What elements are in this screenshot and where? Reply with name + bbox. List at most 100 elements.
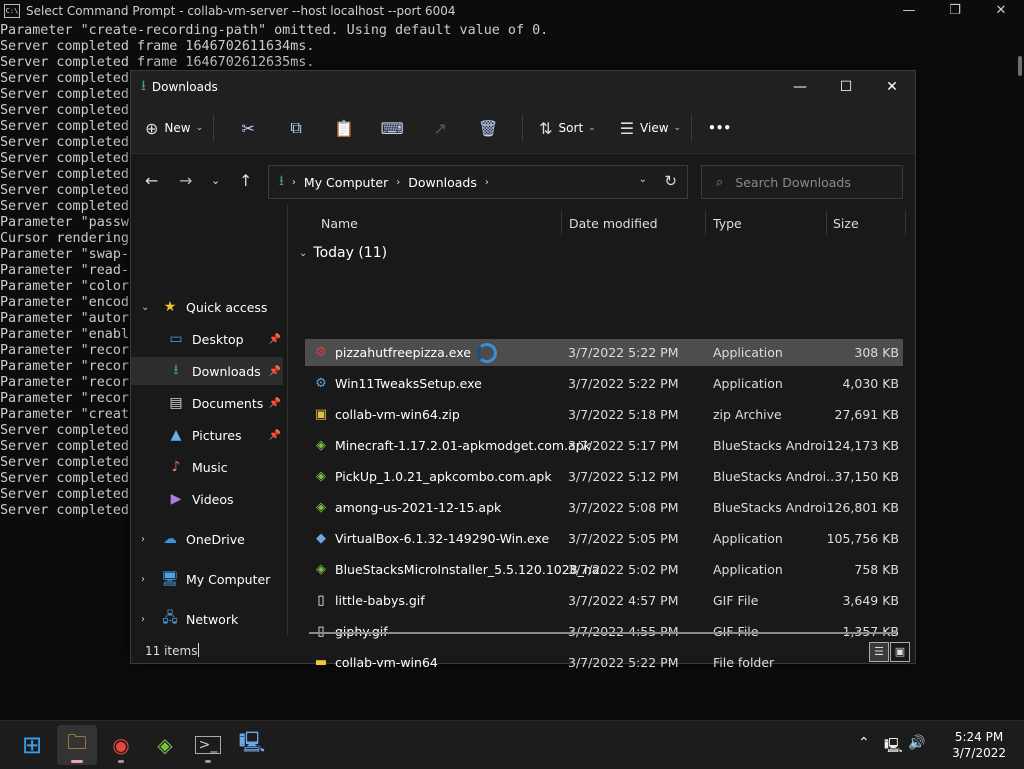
file-type: Application <box>713 376 783 391</box>
start-button[interactable]: ⊞ <box>12 725 52 765</box>
file-row[interactable]: ⚙ pizzahutfreepizza.exe 3/7/2022 5:22 PM Ap… <box>305 339 903 366</box>
file-name: Win11TweaksSetup.exe <box>335 376 482 391</box>
taskbar-file-explorer[interactable]: 🗀 <box>57 725 97 765</box>
refresh-icon[interactable]: ↻ <box>664 172 677 190</box>
network-status-icon[interactable]: 🖳 <box>884 735 903 759</box>
file-date: 3/7/2022 5:12 PM <box>568 469 679 484</box>
breadcrumb-downloads[interactable]: Downloads <box>408 175 477 190</box>
rename-icon[interactable]: ⌨ <box>368 119 416 138</box>
computer-disc-icon: 🖳 <box>238 730 266 754</box>
column-header-type[interactable]: Type <box>713 205 742 241</box>
file-row[interactable]: ▣ collab-vm-win64.zip 3/7/2022 5:18 PM zip … <box>305 401 903 428</box>
sidebar-item-quick-access[interactable]: ⌄ ★ Quick access <box>131 293 283 321</box>
sidebar-item-videos[interactable]: ▶ Videos <box>131 485 283 513</box>
column-divider[interactable] <box>905 211 906 235</box>
sort-icon: ⇅ <box>539 118 553 138</box>
cmd-close-button[interactable]: ✕ <box>978 0 1024 22</box>
chevron-right-icon[interactable]: › <box>141 614 145 625</box>
file-type: Application <box>713 531 783 546</box>
details-view-button[interactable]: ☰ <box>869 642 889 662</box>
recent-locations-chevron-icon[interactable]: ⌄ <box>211 174 220 187</box>
chevron-down-icon[interactable]: ⌄ <box>141 302 149 313</box>
chevron-up-icon[interactable]: ⌃ <box>858 735 870 751</box>
file-row[interactable]: ◈ BlueStacksMicroInstaller_5.5.120.1028_n… <box>305 556 903 583</box>
taskbar-chrome[interactable]: ◉ <box>101 725 141 765</box>
cut-icon[interactable]: ✂ <box>224 119 272 138</box>
breadcrumb-my-computer[interactable]: My Computer <box>304 175 388 190</box>
sidebar-item-desktop[interactable]: ▭ Desktop 📌 <box>131 325 283 353</box>
address-bar[interactable]: ⭳ › My Computer › Downloads › ⌄ ↻ <box>268 165 688 199</box>
file-name-cell: ⚙ Win11TweaksSetup.exe <box>313 376 482 392</box>
windows-logo-icon: ⊞ <box>21 731 43 759</box>
file-row[interactable]: ◆ VirtualBox-6.1.32-149290-Win.exe 3/7/202… <box>305 525 903 552</box>
address-dropdown-icon[interactable]: ⌄ <box>639 174 647 185</box>
sort-button[interactable]: ⇅ Sort ⌄ <box>539 112 596 144</box>
sidebar-item-music[interactable]: ♪ Music <box>131 453 283 481</box>
file-size: 126,801 KB <box>826 500 899 515</box>
column-header-date-modified[interactable]: Date modified <box>569 205 658 241</box>
view-button[interactable]: ☰ View ⌄ <box>620 112 681 144</box>
up-arrow-icon[interactable]: ↑ <box>239 171 252 190</box>
file-row[interactable]: ◈ among-us-2021-12-15.apk 3/7/2022 5:08 PM… <box>305 494 903 521</box>
cmd-maximize-button[interactable]: ❐ <box>932 0 978 22</box>
chevron-right-icon[interactable]: › <box>141 534 145 545</box>
file-date: 3/7/2022 5:18 PM <box>568 407 679 422</box>
column-divider[interactable] <box>705 211 706 235</box>
file-date: 3/7/2022 5:08 PM <box>568 500 679 515</box>
column-divider[interactable] <box>826 211 827 235</box>
group-header-today[interactable]: ⌄ Today (11) <box>299 245 387 261</box>
chrome-icon: ◉ <box>112 733 130 757</box>
cmd-scrollbar[interactable] <box>1018 56 1022 76</box>
taskbar-bluestacks[interactable]: ◈ <box>145 725 185 765</box>
view-label: View <box>640 121 669 135</box>
file-name: PickUp_1.0.21_apkcombo.com.apk <box>335 469 552 484</box>
videos-icon: ▶ <box>170 491 182 507</box>
file-row[interactable]: ⚙ Win11TweaksSetup.exe 3/7/2022 5:22 PM App… <box>305 370 903 397</box>
column-header-size[interactable]: Size <box>833 205 859 241</box>
chevron-down-icon: ⌄ <box>588 123 596 133</box>
sidebar-item-my-computer[interactable]: › 🖥 My Computer <box>131 565 283 593</box>
column-header-name[interactable]: Name <box>321 205 358 241</box>
explorer-titlebar: ⭳ Downloads — ☐ ✕ <box>131 71 915 103</box>
file-size: 308 KB <box>854 345 899 360</box>
paste-icon[interactable]: 📋 <box>320 119 368 138</box>
sidebar-item-network[interactable]: › 🖧 Network <box>131 605 283 633</box>
volume-icon[interactable]: 🔊 <box>908 735 925 751</box>
file-size: 27,691 KB <box>834 407 899 422</box>
cmd-minimize-button[interactable]: — <box>886 0 932 22</box>
more-options-button[interactable]: ••• <box>708 112 731 144</box>
forward-arrow-icon[interactable]: → <box>179 171 192 190</box>
file-row[interactable]: ◈ PickUp_1.0.21_apkcombo.com.apk 3/7/2022 … <box>305 463 903 490</box>
file-name-cell: ▯ little-babys.gif <box>313 593 424 609</box>
taskbar-command-prompt[interactable]: >_ <box>188 725 228 765</box>
navigation-pane: ⌄ ★ Quick access ▭ Desktop 📌 ⭳ Downloads… <box>131 205 288 635</box>
folder-icon: 🗀 <box>67 730 87 754</box>
horizontal-scrollbar[interactable] <box>309 632 897 634</box>
sidebar-item-documents[interactable]: ▤ Documents 📌 <box>131 389 283 417</box>
chevron-right-icon[interactable]: › <box>141 574 145 585</box>
minimize-button[interactable]: — <box>777 71 823 103</box>
file-row[interactable]: ▯ little-babys.gif 3/7/2022 4:57 PM GIF Fil… <box>305 587 903 614</box>
sidebar-item-pictures[interactable]: ▲ Pictures 📌 <box>131 421 283 449</box>
maximize-button[interactable]: ☐ <box>823 71 869 103</box>
search-box[interactable]: ⌕ Search Downloads <box>701 165 903 199</box>
column-divider[interactable] <box>561 211 562 235</box>
share-icon[interactable]: ↗ <box>416 119 464 138</box>
chevron-down-icon: ⌄ <box>195 123 204 133</box>
back-arrow-icon[interactable]: ← <box>145 171 158 190</box>
command-bar: ⊕ New ⌄ ✂ ⧉ 📋 ⌨ ↗ 🗑 ⇅ Sort ⌄ ☰ View ⌄ ••… <box>131 103 915 154</box>
divider <box>691 114 693 142</box>
clock[interactable]: 5:24 PM 3/7/2022 <box>952 729 1006 761</box>
desktop-icon: ▭ <box>169 331 183 347</box>
new-button[interactable]: ⊕ New ⌄ <box>145 112 203 144</box>
sidebar-item-onedrive[interactable]: › ☁ OneDrive <box>131 525 283 553</box>
delete-icon[interactable]: 🗑 <box>464 119 512 138</box>
file-row[interactable]: ◈ Minecraft-1.17.2.01-apkmodget.com.apk 3/… <box>305 432 903 459</box>
sidebar-item-downloads[interactable]: ⭳ Downloads 📌 <box>131 357 283 385</box>
bluestacks-icon: ◈ <box>316 468 326 484</box>
copy-icon[interactable]: ⧉ <box>272 118 320 138</box>
taskbar-remote-app[interactable]: 🖳 <box>232 725 272 765</box>
close-button[interactable]: ✕ <box>869 71 915 103</box>
tiles-view-button[interactable]: ▣ <box>890 642 910 662</box>
file-date: 3/7/2022 4:57 PM <box>568 593 679 608</box>
